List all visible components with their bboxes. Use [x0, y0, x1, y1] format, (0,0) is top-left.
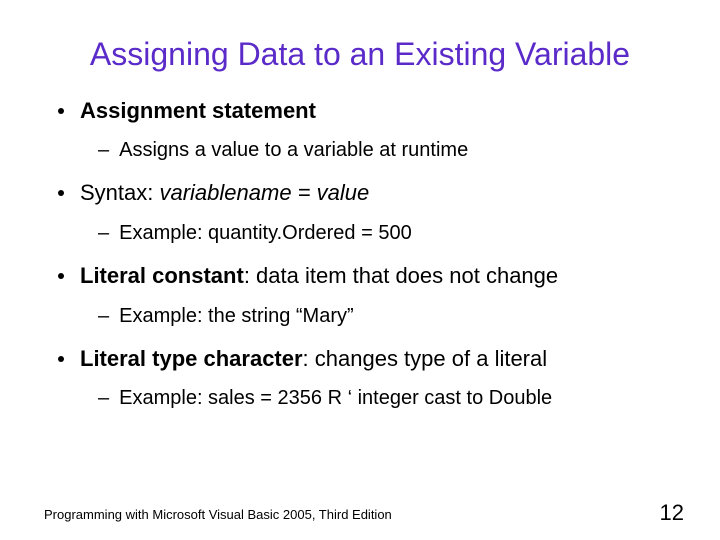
bullet-item: Literal constant: data item that does no…: [44, 262, 676, 329]
bullet-bold: Literal type character: [80, 346, 303, 371]
bullet-item: Assignment statement – Assigns a value t…: [44, 97, 676, 164]
sub-text: Example: sales = 2356 R ‘ integer cast t…: [119, 385, 676, 411]
bullet-text: Syntax: variablename = value: [80, 179, 676, 208]
bullet-bold: Assignment statement: [80, 98, 316, 123]
dash-icon: –: [98, 385, 109, 411]
bullet-dot-icon: [58, 356, 64, 362]
sub-list: – Example: quantity.Ordered = 500: [44, 220, 676, 246]
bullet-dot-icon: [58, 190, 64, 196]
dash-icon: –: [98, 220, 109, 246]
bullet-rest: : changes type of a literal: [303, 346, 548, 371]
sub-list: – Example: sales = 2356 R ‘ integer cast…: [44, 385, 676, 411]
bullet-list: Assignment statement – Assigns a value t…: [44, 97, 676, 411]
bullet-item: Syntax: variablename = value – Example: …: [44, 179, 676, 246]
bullet-italic: variablename = value: [159, 180, 369, 205]
sub-item: – Assigns a value to a variable at runti…: [44, 137, 676, 163]
page-number: 12: [660, 500, 684, 526]
sub-item: – Example: the string “Mary”: [44, 303, 676, 329]
slide: Assigning Data to an Existing Variable A…: [0, 0, 720, 540]
footer-text: Programming with Microsoft Visual Basic …: [44, 507, 392, 522]
bullet-dot-icon: [58, 108, 64, 114]
bullet-bold: Literal constant: [80, 263, 244, 288]
sub-text: Example: quantity.Ordered = 500: [119, 220, 676, 246]
sub-text: Assigns a value to a variable at runtime: [119, 137, 676, 163]
bullet-text: Literal constant: data item that does no…: [80, 262, 676, 291]
dash-icon: –: [98, 137, 109, 163]
sub-item: – Example: quantity.Ordered = 500: [44, 220, 676, 246]
sub-list: – Assigns a value to a variable at runti…: [44, 137, 676, 163]
bullet-item: Literal type character: changes type of …: [44, 345, 676, 412]
sub-text: Example: the string “Mary”: [119, 303, 676, 329]
slide-title: Assigning Data to an Existing Variable: [44, 36, 676, 73]
sub-item: – Example: sales = 2356 R ‘ integer cast…: [44, 385, 676, 411]
bullet-text: Assignment statement: [80, 97, 676, 126]
bullet-dot-icon: [58, 273, 64, 279]
sub-list: – Example: the string “Mary”: [44, 303, 676, 329]
bullet-text: Literal type character: changes type of …: [80, 345, 676, 374]
dash-icon: –: [98, 303, 109, 329]
bullet-prefix: Syntax:: [80, 180, 159, 205]
bullet-rest: : data item that does not change: [244, 263, 558, 288]
